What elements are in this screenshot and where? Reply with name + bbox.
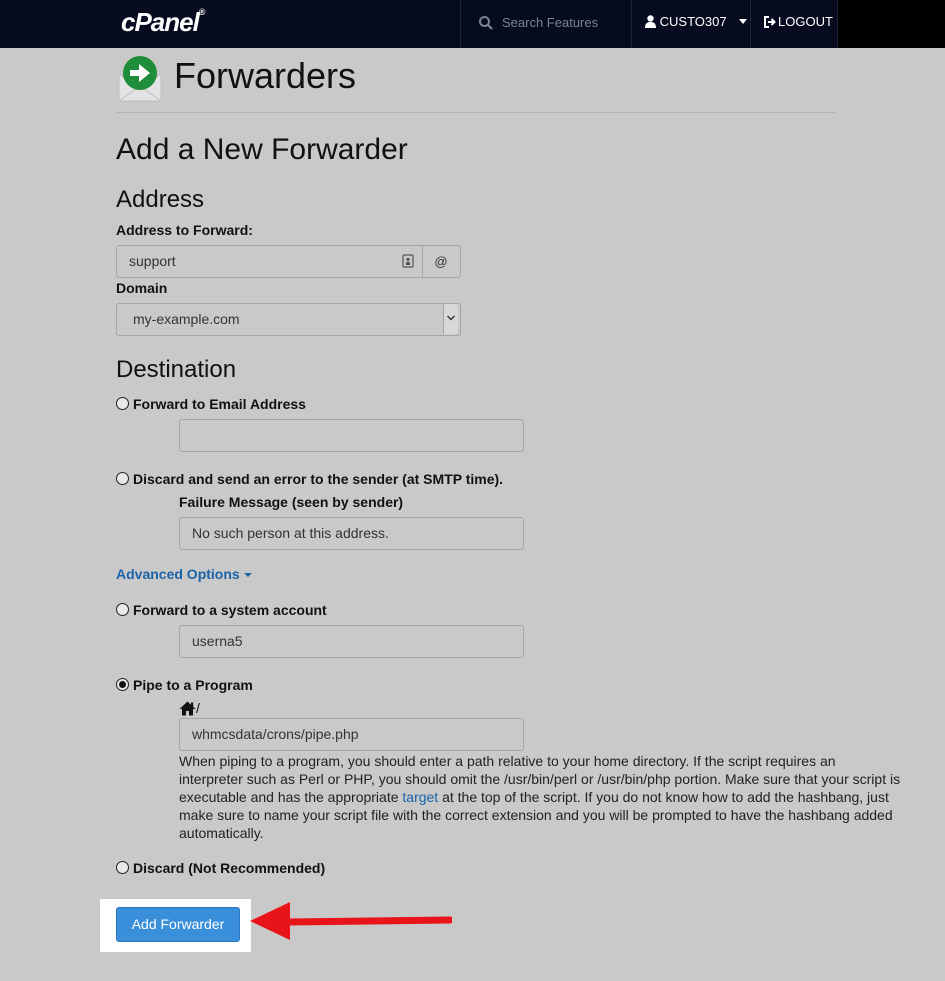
radio-system-account[interactable] (116, 603, 129, 616)
navbar-divider (460, 0, 461, 48)
search-icon (479, 16, 493, 30)
radio-discard-error[interactable] (116, 472, 129, 485)
logout-icon (764, 16, 776, 28)
address-heading: Address (116, 186, 205, 213)
logout-link[interactable]: LOGOUT (764, 14, 833, 29)
cpanel-logo[interactable]: cPanel® (121, 7, 206, 38)
domain-label: Domain (116, 280, 168, 296)
failure-message-label: Failure Message (seen by sender) (179, 494, 404, 510)
navbar-divider (631, 0, 632, 48)
forwarders-icon (118, 56, 162, 102)
page-title: Forwarders (174, 55, 357, 96)
forward-email-input[interactable] (179, 419, 524, 452)
radio-forward-email[interactable] (116, 397, 129, 410)
at-symbol-addon: @ (422, 245, 461, 278)
caret-down-icon (243, 573, 252, 577)
chevron-down-icon (738, 19, 747, 24)
password-manager-icon[interactable] (402, 254, 414, 268)
pipe-path-prefix: / (196, 700, 200, 716)
add-forwarder-button[interactable]: Add Forwarder (116, 907, 240, 942)
domain-value: my-example.com (133, 311, 240, 327)
home-icon (179, 701, 196, 716)
address-to-forward-value: support (129, 253, 176, 269)
domain-dropdown-toggle[interactable] (443, 304, 458, 334)
system-account-value: userna5 (192, 633, 243, 649)
navbar-inner: cPanel® CUSTO307 LOGOUT (0, 0, 838, 48)
logo-text: cPanel (121, 7, 200, 37)
section-title: Add a New Forwarder (116, 133, 408, 166)
logo-registered-mark: ® (198, 7, 206, 17)
address-to-forward-label: Address to Forward: (116, 222, 253, 238)
radio-discard[interactable] (116, 861, 129, 874)
navbar-divider (750, 0, 751, 48)
annotation-arrow-icon (250, 902, 452, 940)
user-icon (645, 15, 656, 28)
search-input[interactable] (500, 14, 624, 31)
pipe-program-input[interactable]: whmcsdata/crons/pipe.php (179, 718, 524, 751)
user-menu[interactable]: CUSTO307 (645, 14, 747, 29)
forward-email-label[interactable]: Forward to Email Address (133, 396, 306, 412)
target-link[interactable]: target (402, 789, 438, 805)
navbar-divider (837, 0, 838, 48)
system-account-input[interactable]: userna5 (179, 625, 524, 658)
advanced-options-label: Advanced Options (116, 566, 240, 582)
pipe-program-value: whmcsdata/crons/pipe.php (192, 726, 359, 742)
pipe-program-label[interactable]: Pipe to a Program (133, 677, 253, 693)
domain-select[interactable]: my-example.com (116, 303, 461, 336)
username: CUSTO307 (659, 14, 727, 29)
chevron-down-icon (447, 315, 455, 321)
title-divider (116, 112, 836, 113)
advanced-options-toggle[interactable]: Advanced Options (116, 566, 252, 582)
top-navbar: cPanel® CUSTO307 LOGOUT (0, 0, 945, 48)
discard-error-label[interactable]: Discard and send an error to the sender … (133, 471, 503, 487)
logout-label: LOGOUT (778, 14, 833, 29)
failure-message-value: No such person at this address. (192, 525, 389, 541)
radio-pipe-program[interactable] (116, 678, 129, 691)
pipe-help-text: When piping to a program, you should ent… (179, 752, 901, 842)
failure-message-input[interactable]: No such person at this address. (179, 517, 524, 550)
discard-label[interactable]: Discard (Not Recommended) (133, 860, 325, 876)
system-account-label[interactable]: Forward to a system account (133, 602, 327, 618)
address-to-forward-input[interactable]: support (116, 245, 423, 278)
destination-heading: Destination (116, 356, 237, 383)
